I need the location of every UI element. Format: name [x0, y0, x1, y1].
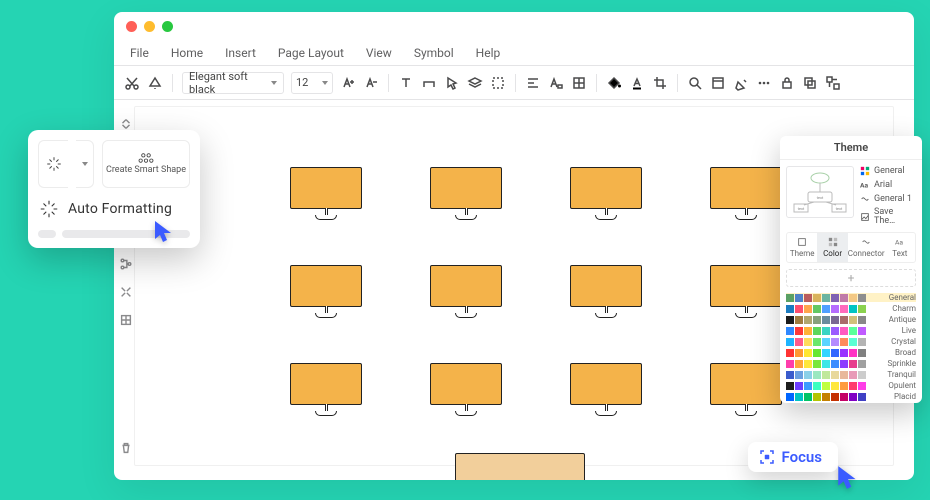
auto-formatting-label: Auto Formatting — [68, 201, 172, 217]
toolbar: Elegant soft black 12 — [114, 66, 914, 100]
align-icon[interactable] — [525, 75, 541, 91]
theme-panel-title: Theme — [780, 136, 922, 160]
menu-home[interactable]: Home — [171, 46, 203, 60]
theme-preset-item[interactable]: Save The… — [860, 208, 916, 226]
palette-sprinkle[interactable]: Sprinkle — [786, 359, 916, 368]
theme-tab-connector[interactable]: Connector — [848, 233, 885, 262]
copy-icon[interactable] — [802, 75, 818, 91]
dotted-box-icon[interactable] — [490, 75, 506, 91]
cut-icon[interactable] — [124, 75, 140, 91]
menu-symbol[interactable]: Symbol — [414, 46, 454, 60]
rail-trash-icon[interactable] — [118, 440, 134, 456]
text-tool-icon[interactable] — [398, 75, 414, 91]
desk-shape[interactable] — [710, 265, 782, 318]
desk-shape[interactable] — [290, 363, 362, 416]
desk-shape[interactable] — [710, 363, 782, 416]
caret-down-icon — [271, 81, 277, 85]
theme-preset-item[interactable]: AaArial — [860, 180, 916, 190]
rail-tree-icon[interactable] — [118, 256, 134, 272]
auto-format-icon — [38, 198, 60, 220]
menu-bar: File Home Insert Page Layout View Symbol… — [114, 40, 914, 66]
caret-down-icon — [322, 81, 328, 85]
desk-shape[interactable] — [430, 363, 502, 416]
spark-dropdown[interactable] — [76, 140, 94, 188]
palette-antique[interactable]: Antique — [786, 315, 916, 324]
card-placeholder — [38, 230, 190, 238]
font-size: 12 — [296, 76, 308, 89]
auto-formatting-item[interactable]: Auto Formatting — [38, 198, 190, 220]
palette-general[interactable]: General — [786, 293, 916, 302]
rail-stretch-icon[interactable] — [118, 284, 134, 300]
font-increase-icon[interactable] — [340, 75, 356, 91]
connector-icon[interactable] — [421, 75, 437, 91]
theme-preset-item[interactable]: General — [860, 166, 916, 176]
desk-shape[interactable] — [430, 265, 502, 318]
appwin-icon[interactable] — [710, 75, 726, 91]
create-smart-shape-button[interactable]: Create Smart Shape — [102, 140, 190, 188]
layers-icon[interactable] — [467, 75, 483, 91]
desk-shape[interactable] — [710, 167, 782, 220]
theme-panel: Theme text text text General AaArial General… — [780, 136, 922, 403]
font-name: Elegant soft black — [189, 70, 271, 96]
traffic-zoom[interactable] — [162, 21, 173, 32]
caption-icon[interactable] — [548, 75, 564, 91]
menu-help[interactable]: Help — [476, 46, 501, 60]
svg-text:text: text — [817, 195, 824, 200]
theme-tab-theme[interactable]: Theme — [787, 233, 817, 262]
desk-shape[interactable] — [430, 167, 502, 220]
pointer-icon[interactable] — [444, 75, 460, 91]
text-color-icon[interactable] — [629, 75, 645, 91]
svg-text:text: text — [836, 206, 843, 211]
palette-broad[interactable]: Broad — [786, 348, 916, 357]
theme-preset-item[interactable]: General 1 — [860, 194, 916, 204]
theme-tabs: ThemeColorConnectorAaText — [786, 232, 916, 263]
palette-tranquil[interactable]: Tranquil — [786, 370, 916, 379]
create-smart-shape-label: Create Smart Shape — [106, 166, 186, 176]
search-icon[interactable] — [687, 75, 703, 91]
paint-icon[interactable] — [147, 75, 163, 91]
focus-button[interactable]: Focus — [748, 442, 839, 472]
crop-icon[interactable] — [652, 75, 668, 91]
caret-down-icon — [82, 162, 88, 166]
svg-text:text: text — [798, 206, 805, 211]
desk-shape[interactable] — [290, 265, 362, 318]
palette-opulent[interactable]: Opulent — [786, 381, 916, 390]
menu-view[interactable]: View — [366, 46, 392, 60]
window-titlebar — [114, 12, 914, 40]
teacher-desk-shape[interactable] — [455, 453, 585, 480]
add-palette-button[interactable]: + — [786, 269, 916, 287]
palette-placid[interactable]: Placid — [786, 392, 916, 401]
svg-text:Aa: Aa — [895, 239, 903, 247]
menu-page-layout[interactable]: Page Layout — [278, 46, 344, 60]
pen-icon[interactable] — [733, 75, 749, 91]
rail-table-icon[interactable] — [118, 312, 134, 328]
font-select[interactable]: Elegant soft black — [182, 72, 284, 94]
traffic-minimize[interactable] — [144, 21, 155, 32]
font-size-select[interactable]: 12 — [291, 72, 333, 94]
settings-dots-icon[interactable] — [756, 75, 772, 91]
palette-charm[interactable]: Charm — [786, 304, 916, 313]
menu-file[interactable]: File — [130, 46, 149, 60]
palette-crystal[interactable]: Crystal — [786, 337, 916, 346]
desk-shape[interactable] — [570, 363, 642, 416]
traffic-close[interactable] — [126, 21, 137, 32]
theme-tab-text[interactable]: AaText — [885, 233, 915, 262]
theme-preview[interactable]: text text text — [786, 166, 854, 218]
desk-shape[interactable] — [570, 167, 642, 220]
desk-shape[interactable] — [290, 167, 362, 220]
font-decrease-icon[interactable] — [363, 75, 379, 91]
focus-label: Focus — [782, 448, 823, 466]
theme-tab-color[interactable]: Color — [817, 233, 847, 262]
svg-text:Aa: Aa — [860, 182, 868, 190]
fill-icon[interactable] — [606, 75, 622, 91]
spark-button[interactable] — [38, 140, 68, 188]
lock-icon[interactable] — [779, 75, 795, 91]
smart-shape-card: Create Smart Shape Auto Formatting — [28, 130, 200, 248]
menu-insert[interactable]: Insert — [225, 46, 256, 60]
desk-shape[interactable] — [570, 265, 642, 318]
group-icon[interactable] — [825, 75, 841, 91]
table-icon[interactable] — [571, 75, 587, 91]
palette-live[interactable]: Live — [786, 326, 916, 335]
